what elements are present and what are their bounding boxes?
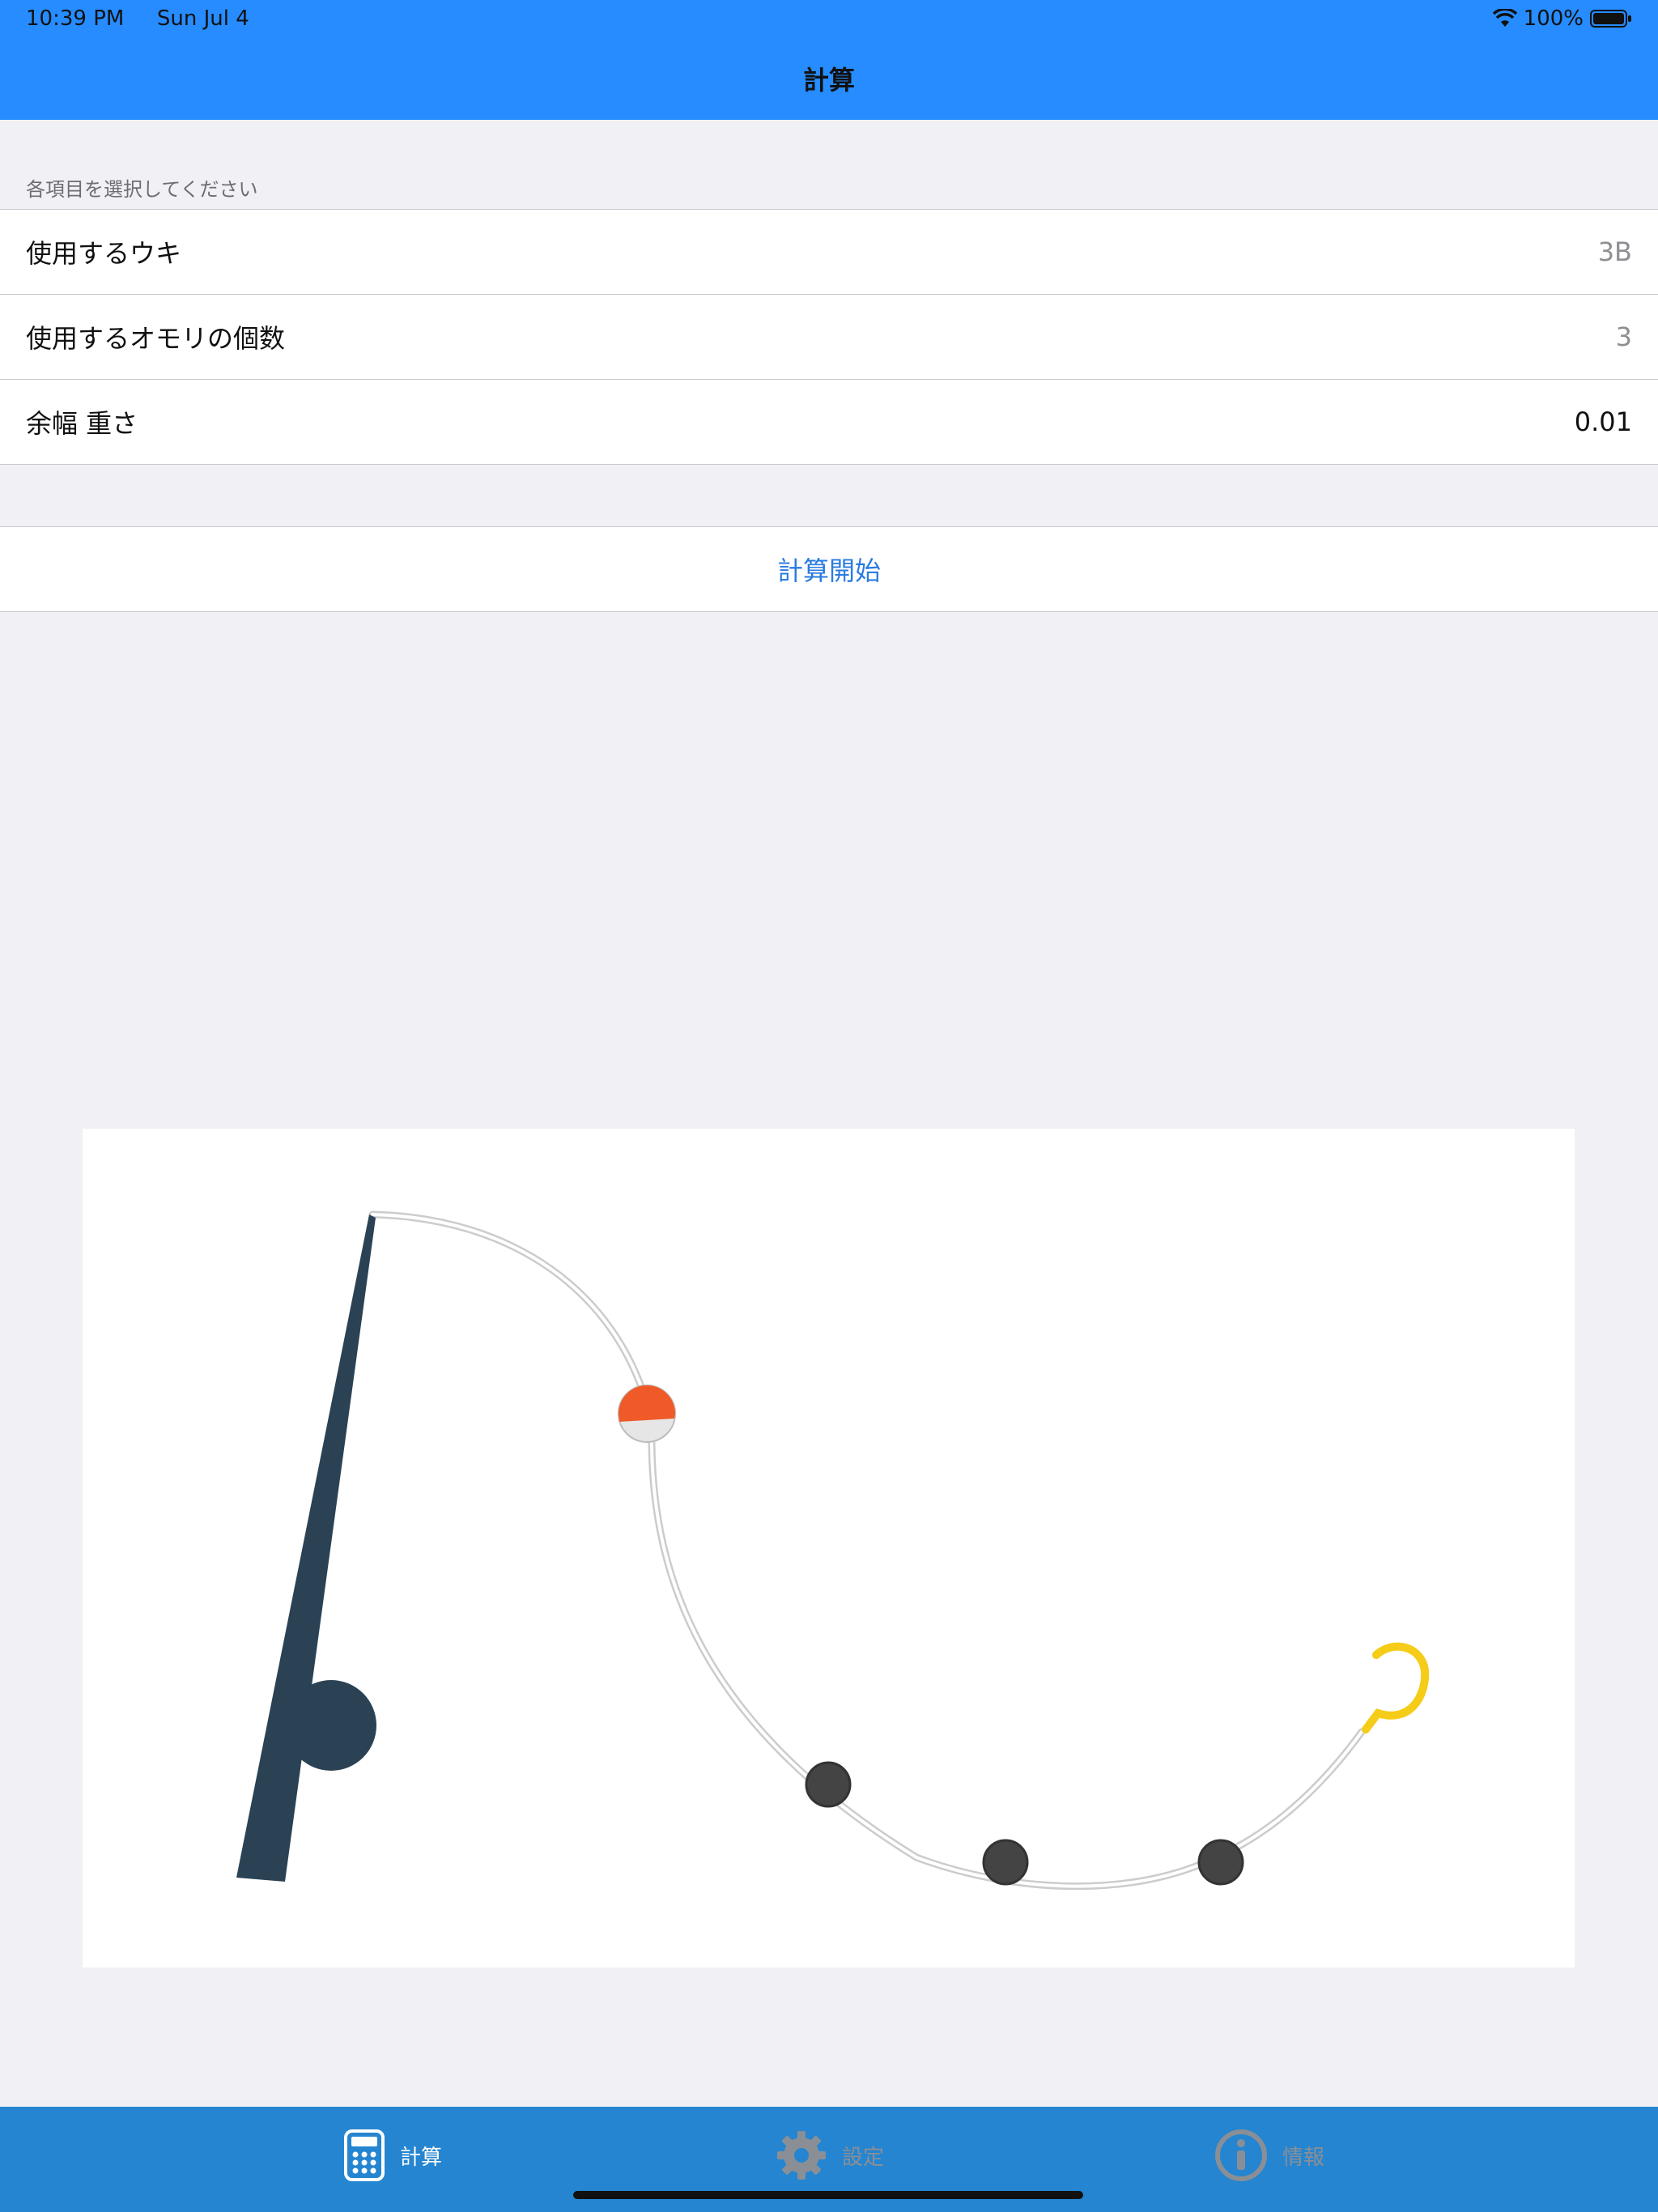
margin-weight-row[interactable]: 余幅 重さ 0.01 (0, 379, 1658, 464)
tab-info[interactable]: 情報 (1214, 2123, 1324, 2188)
navigation-header: 10:39 PM Sun Jul 4 100% 計算 (0, 0, 1658, 120)
fishing-line (368, 1210, 1366, 1891)
tab-settings-label: 設定 (842, 2145, 885, 2170)
float-value: 3B (1597, 236, 1632, 267)
start-group: 計算開始 (0, 526, 1658, 612)
settings-group: 使用するウキ 3B 使用するオモリの個数 3 余幅 重さ 0.01 (0, 209, 1658, 465)
status-time: 10:39 PM Sun Jul 4 (26, 6, 249, 31)
battery-icon (1590, 10, 1631, 28)
float-bobber (618, 1385, 676, 1443)
tab-calculate[interactable]: 計算 (343, 2123, 442, 2188)
sinker (982, 1839, 1029, 1886)
section-header: 各項目を選択してください (26, 178, 258, 201)
sinker-count-value: 3 (1615, 321, 1632, 352)
margin-weight-value[interactable]: 0.01 (1575, 406, 1632, 437)
tab-info-label: 情報 (1282, 2145, 1325, 2170)
home-indicator (573, 2191, 1083, 2199)
reel (286, 1680, 376, 1771)
fishing-rod (236, 1214, 376, 1882)
fishing-rig-svg (236, 1210, 1430, 1891)
sinker (805, 1761, 852, 1808)
status-date-text: Sun Jul 4 (156, 6, 249, 31)
info-icon (1215, 2129, 1267, 2181)
status-indicators: 100% (1492, 5, 1632, 32)
fishing-hook (1362, 1642, 1430, 1733)
status-time-text: 10:39 PM (26, 6, 125, 31)
float-select-row[interactable]: 使用するウキ 3B (0, 210, 1658, 294)
tab-settings[interactable]: 設定 (776, 2123, 884, 2188)
sinker-count-label: 使用するオモリの個数 (26, 323, 286, 354)
calculator-icon (344, 2129, 385, 2181)
start-calculation-button[interactable]: 計算開始 (0, 527, 1658, 611)
battery-percent: 100% (1523, 6, 1584, 31)
sinker (1197, 1839, 1244, 1886)
sinker-count-row[interactable]: 使用するオモリの個数 3 (0, 294, 1658, 379)
fishing-illustration (83, 1129, 1575, 1967)
tab-calculate-label: 計算 (400, 2145, 443, 2170)
gear-icon (777, 2131, 826, 2180)
page-title: 計算 (802, 65, 855, 96)
margin-weight-label: 余幅 重さ (26, 408, 138, 439)
float-label: 使用するウキ (26, 238, 182, 269)
wifi-icon (1492, 9, 1517, 27)
